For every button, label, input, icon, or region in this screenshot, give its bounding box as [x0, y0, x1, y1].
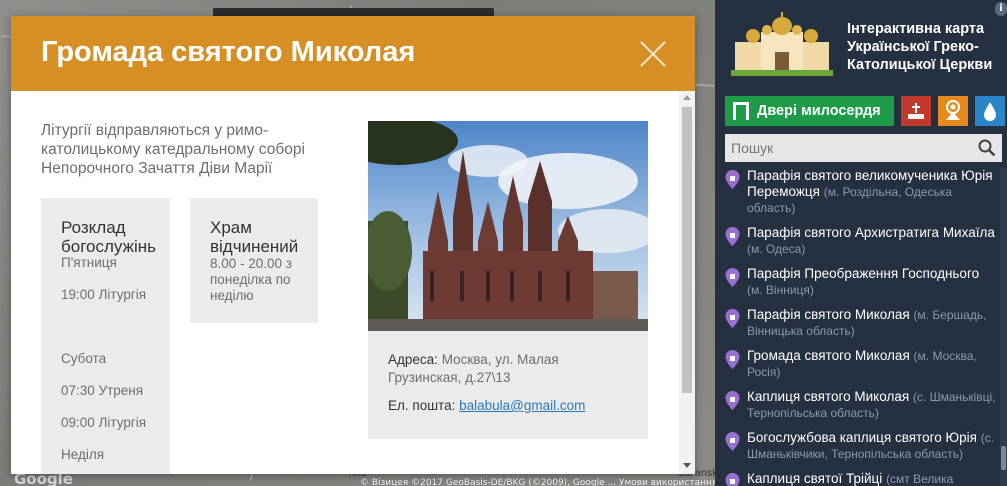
map-pin-icon [725, 268, 740, 287]
list-item[interactable]: Каплиця святого Миколая (с. Шманьківці, … [725, 389, 997, 421]
list-item-name: Парафія святого Миколая [747, 307, 910, 322]
modal-header: Громада святого Миколая [11, 16, 695, 91]
mercy-door-label: Двері милосердя [757, 103, 881, 119]
sidebar-scrollbar[interactable] [1000, 168, 1007, 486]
list-item-name: Парафія Преображення Господнього [747, 266, 980, 281]
email-link[interactable]: balabula@gmail.com [459, 398, 585, 413]
schedule-card: Розклад богослужінь П'ятниця 19:00 Літур… [41, 198, 170, 474]
filter-red-button[interactable] [901, 96, 931, 126]
filter-orange-button[interactable] [938, 96, 968, 126]
schedule-item: 19:00 Літургія [61, 287, 147, 302]
list-item[interactable]: Парафія святого Архистратига Михаїла (м.… [725, 225, 997, 257]
modal-scrollbar[interactable] [679, 91, 695, 474]
list-item-location: (м. Вінниця) [747, 283, 814, 297]
schedule-title: Розклад богослужінь [61, 218, 156, 256]
mercy-door-button[interactable]: Двері милосердя [725, 96, 894, 126]
church-photo [368, 121, 648, 331]
schedule-item: П'ятниця [61, 255, 117, 270]
scroll-down-icon[interactable] [683, 463, 691, 468]
filter-blue-button[interactable] [975, 96, 1005, 126]
sidebar-title: Інтерактивна карта Української Греко-Кат… [847, 21, 993, 73]
schedule-item: Субота [61, 351, 107, 366]
open-hours-value: 8.00 - 20.00 з понеділка по неділю [210, 256, 292, 303]
schedule-item: 07:30 Утреня [61, 383, 144, 398]
list-item-name: Каплиця святої Трійці [747, 471, 883, 486]
parish-list: Парафія святого великомученика Юрія Пере… [725, 168, 997, 486]
map-pin-icon [725, 473, 740, 486]
map-pin-icon [725, 391, 740, 410]
list-item-location: (смт Велика [886, 472, 954, 486]
scroll-thumb[interactable] [682, 107, 692, 393]
open-hours-card: Храм відчинений 8.00 - 20.00 з понеділка… [190, 198, 318, 323]
contact-info-box: Адреса: Москва, ул. Малая Грузинская, д.… [368, 331, 648, 439]
schedule-item: 09:00 Літургія [61, 415, 147, 430]
address-row: Адреса: Москва, ул. Малая Грузинская, д.… [388, 351, 628, 387]
list-item[interactable]: Парафія Преображення Господнього (м. Він… [725, 266, 997, 298]
saint-icon [946, 100, 960, 120]
sidebar-scroll-thumb[interactable] [1001, 446, 1006, 470]
church-logo-icon [731, 12, 833, 76]
grave-cross-icon [908, 103, 924, 119]
search-bar [725, 134, 1002, 162]
map-pin-icon [725, 227, 740, 246]
parish-description: Літургії відправляються у римо-католицьк… [41, 122, 305, 177]
list-item[interactable]: Богослужбова каплиця святого Юрія (с. Шм… [725, 430, 997, 462]
map-credit[interactable]: © Візицея ©2017 GeoBasis-DE/BKG (©2009),… [360, 478, 717, 486]
list-item[interactable]: Парафія святого великомученика Юрія Пере… [725, 168, 997, 216]
sidebar: i Інтерактивна карта Української Греко-К… [715, 0, 1007, 486]
list-item-location: (м. Одеса) [747, 242, 806, 256]
list-item[interactable]: Каплиця святої Трійці (смт Велика [725, 471, 997, 486]
list-item-name: Каплиця святого Миколая [747, 389, 910, 404]
map-pin-icon [725, 309, 740, 328]
address-label: Адреса: [388, 352, 438, 367]
list-item-name: Громада святого Миколая [747, 348, 910, 363]
list-item[interactable]: Громада святого Миколая (м. Москва, Росі… [725, 348, 997, 380]
email-row: Ел. пошта: balabula@gmail.com [388, 397, 628, 415]
open-hours-title: Храм відчинений [210, 218, 299, 256]
list-item-name: Парафія святого Архистратига Михаїла [747, 225, 995, 240]
modal-title: Громада святого Миколая [41, 36, 416, 68]
info-icon[interactable]: i [995, 2, 1007, 16]
list-item[interactable]: Парафія святого Миколая (м. Бершадь, Він… [725, 307, 997, 339]
map-pin-icon [725, 432, 740, 451]
modal-body: Літургії відправляються у римо-католицьк… [11, 91, 679, 474]
water-drop-icon [984, 102, 996, 121]
close-icon[interactable] [639, 40, 667, 68]
parish-modal: Громада святого Миколая Літургії відправ… [11, 16, 695, 474]
door-icon [733, 102, 749, 120]
scroll-up-icon[interactable] [683, 95, 691, 100]
email-label: Ел. пошта: [388, 398, 456, 413]
schedule-item: Неділя [61, 447, 105, 462]
map-pin-icon [725, 350, 740, 369]
list-item-name: Богослужбова каплиця святого Юрія [747, 430, 977, 445]
search-icon[interactable] [978, 139, 996, 157]
search-input[interactable] [725, 134, 965, 162]
map-pin-icon [725, 170, 740, 189]
